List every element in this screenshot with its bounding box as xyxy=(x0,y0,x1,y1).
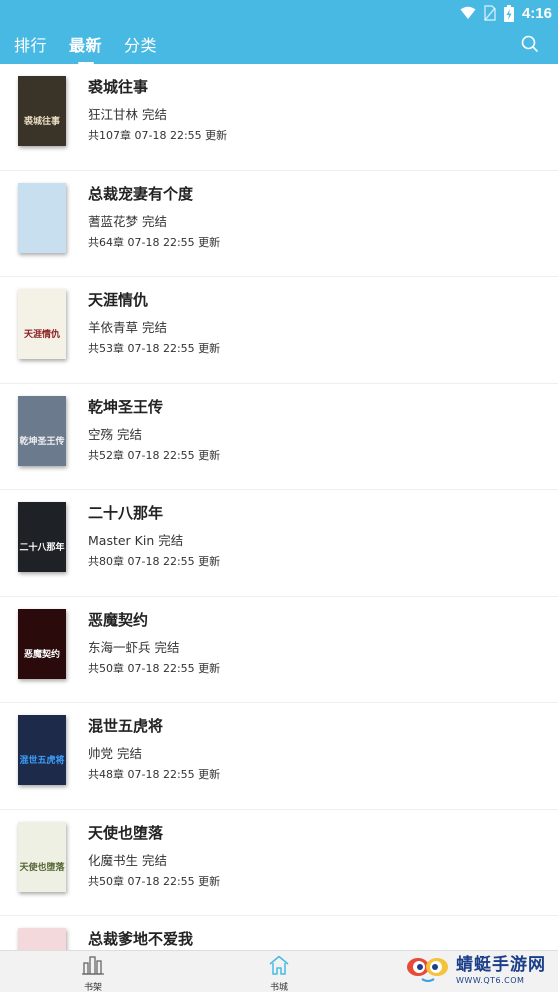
book-cover-image: 恶魔契约 xyxy=(18,608,66,679)
book-cover-image xyxy=(18,928,66,950)
book-author-status: 羊依青草 完结 xyxy=(88,320,167,335)
book-cover-image: 乾坤圣王传 xyxy=(18,395,66,466)
nav-bookstore-label: 书城 xyxy=(269,983,288,992)
book-chapter-update: 共64章 07-18 22:55 更新 xyxy=(88,235,221,249)
book-chapter-update: 共107章 07-18 22:55 更新 xyxy=(88,129,228,142)
book-cover-image xyxy=(18,182,66,253)
book-list-item[interactable]: 总裁爹地不爱我 xyxy=(0,916,558,950)
nav-bookshelf-label: 书架 xyxy=(83,983,102,992)
status-time: 4:16 xyxy=(521,4,552,22)
book-author-status: 帅党 完结 xyxy=(88,746,142,761)
book-chapter-update: 共50章 07-18 22:55 更新 xyxy=(88,874,221,888)
tab-latest[interactable]: 最新 xyxy=(69,32,102,64)
book-cover-image: 裘城往事 xyxy=(18,76,66,146)
book-title: 乾坤圣王传 xyxy=(88,397,164,416)
nav-bookshelf[interactable]: 书架 xyxy=(63,955,123,992)
book-title: 混世五虎将 xyxy=(88,717,164,735)
no-sim-icon xyxy=(484,5,496,21)
book-cover-title: 乾坤圣王传 xyxy=(19,436,65,447)
tab-category[interactable]: 分类 xyxy=(124,32,157,64)
nav-bookstore[interactable]: 书城 xyxy=(249,955,309,992)
home-icon xyxy=(268,955,290,979)
tab-ranking[interactable]: 排行 xyxy=(14,32,47,64)
book-author-status: 狂江甘林 完结 xyxy=(88,107,167,122)
book-cover-title: 二十八那年 xyxy=(19,543,65,553)
book-cover-title: 天使也堕落 xyxy=(19,862,65,873)
book-author-status: 东海一虾兵 完结 xyxy=(88,639,180,655)
app-screen: 4:16 排行 最新 分类 裘城往事 裘城往事 狂江甘林 完结 共107章 07-18… xyxy=(0,0,558,992)
search-button[interactable] xyxy=(520,34,540,54)
watermark-name: 蜻蜓手游网 xyxy=(456,955,546,975)
book-title: 裘城往事 xyxy=(88,78,149,96)
book-list: 裘城往事 裘城往事 狂江甘林 完结 共107章 07-18 22:55 更新 总裁宠妻有… xyxy=(0,64,558,950)
book-author-status: Master Kin 完结 xyxy=(88,533,184,548)
book-list-item[interactable]: 裘城往事 裘城往事 狂江甘林 完结 共107章 07-18 22:55 更新 xyxy=(0,64,558,171)
book-list-item[interactable]: 恶魔契约 恶魔契约 东海一虾兵 完结 共50章 07-18 22:55 更新 xyxy=(0,597,558,703)
book-chapter-update: 共52章 07-18 22:55 更新 xyxy=(88,448,221,462)
book-author-status: 空殇 完结 xyxy=(88,426,142,442)
book-list-item[interactable]: 天涯情仇 天涯情仇 羊依青草 完结 共53章 07-18 22:55 更新 xyxy=(0,277,558,384)
book-chapter-update: 共80章 07-18 22:55 更新 xyxy=(88,555,221,568)
book-cover-title: 天涯情仇 xyxy=(23,330,60,340)
search-icon xyxy=(520,35,540,58)
tab-category-label: 分类 xyxy=(124,36,158,55)
battery-charging-icon xyxy=(503,4,514,22)
dragonfly-logo-icon xyxy=(406,951,452,991)
book-chapter-update: 共50章 07-18 22:55 更新 xyxy=(88,661,221,675)
book-list-item[interactable]: 总裁宠妻有个度 蓍蓝花梦 完结共64章 07-18 22:55 更新 xyxy=(0,171,558,277)
book-cover-title: 混世五虎将 xyxy=(19,756,65,766)
status-bar: 4:16 xyxy=(460,2,552,24)
tab-ranking-label: 排行 xyxy=(14,36,48,55)
book-title: 总裁爹地不爱我 xyxy=(88,930,194,948)
wifi-icon xyxy=(460,6,476,20)
book-list-item[interactable]: 乾坤圣王传 乾坤圣王传 空殇 完结 共52章 07-18 22:55 更新 xyxy=(0,384,558,490)
book-title: 天涯情仇 xyxy=(88,291,149,309)
book-list-item[interactable]: 二十八那年 二十八那年 Master Kin 完结 共80章 07-18 22:55 … xyxy=(0,490,558,597)
book-title: 天使也堕落 xyxy=(88,823,164,842)
book-chapter-update: 共48章 07-18 22:55 更新 xyxy=(88,768,221,781)
book-cover-image: 天涯情仇 xyxy=(18,289,66,359)
top-tabs: 排行 最新 分类 xyxy=(14,32,157,64)
book-chapter-update: 共53章 07-18 22:55 更新 xyxy=(88,342,221,355)
book-cover-title: 恶魔契约 xyxy=(23,649,60,660)
tab-latest-label: 最新 xyxy=(69,36,103,55)
book-author-status: 化魔书生 完结 xyxy=(88,852,167,868)
book-cover-image: 二十八那年 xyxy=(18,502,66,572)
bookshelf-icon xyxy=(82,956,104,979)
app-header: 4:16 排行 最新 分类 xyxy=(0,0,558,64)
book-cover-image: 混世五虎将 xyxy=(18,715,66,785)
book-list-item[interactable]: 天使也堕落 天使也堕落 化魔书生 完结 共50章 07-18 22:55 更新 xyxy=(0,810,558,916)
book-title: 恶魔契约 xyxy=(88,610,149,629)
site-watermark: 蜻蜓手游网 WWW.QT6.COM xyxy=(406,951,552,991)
book-title: 二十八那年 xyxy=(88,504,164,522)
book-cover-image: 天使也堕落 xyxy=(18,821,66,892)
book-list-item[interactable]: 混世五虎将 混世五虎将 帅党 完结 共48章 07-18 22:55 更新 xyxy=(0,703,558,810)
book-title: 总裁宠妻有个度 xyxy=(88,184,194,203)
book-author-status: 蓍蓝花梦 完结 xyxy=(88,213,167,229)
watermark-url: WWW.QT6.COM xyxy=(456,976,525,985)
book-cover-title: 裘城往事 xyxy=(23,117,60,127)
